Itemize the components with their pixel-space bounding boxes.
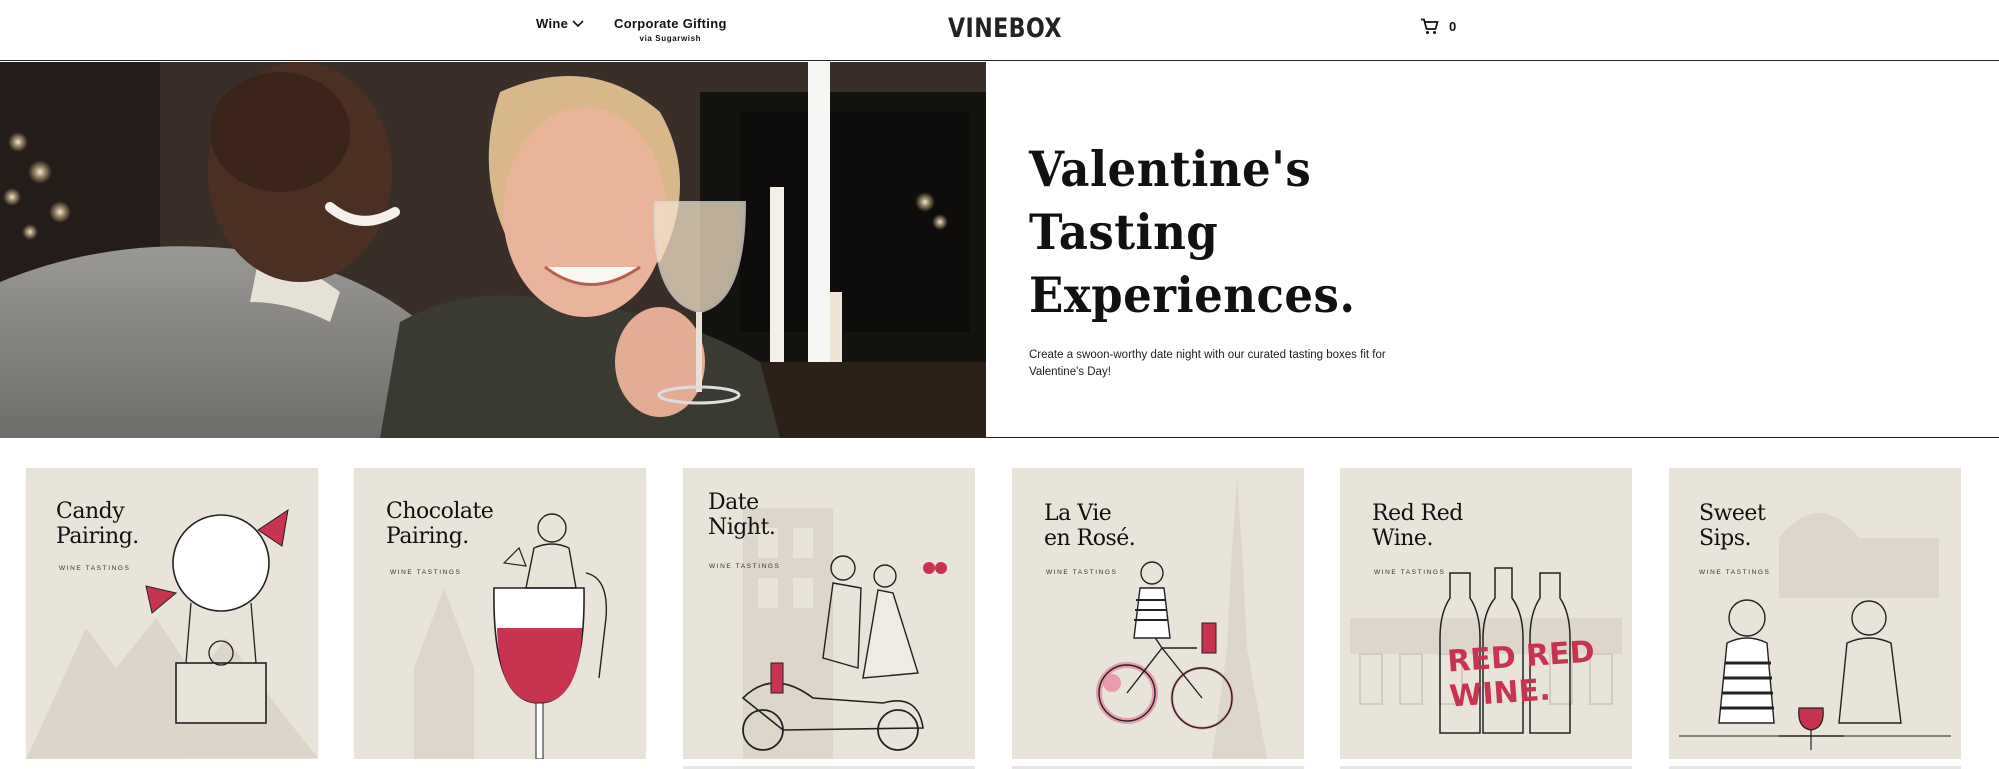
- card-subtitle: WINE TASTINGS: [1046, 569, 1118, 576]
- card-title: Red Red Wine.: [1372, 501, 1463, 551]
- card-title-line: Red Red: [1372, 501, 1463, 526]
- hero-banner: Valentine's Tasting Experiences. Create …: [0, 62, 1999, 438]
- hero-title-line: Valentine's: [1029, 140, 1312, 198]
- card-subtitle: WINE TASTINGS: [390, 569, 462, 576]
- card-subtitle: WINE TASTINGS: [1699, 569, 1771, 576]
- hero-text-block: Valentine's Tasting Experiences. Create …: [1029, 138, 1409, 381]
- cart-icon: [1421, 18, 1439, 34]
- card-title-line: Pairing.: [56, 524, 139, 549]
- card-title: La Vie en Rosé.: [1044, 501, 1136, 551]
- card-title-line: Night.: [708, 515, 776, 540]
- card-title-line: Chocolate: [386, 499, 494, 524]
- card-title-line: Pairing.: [386, 524, 469, 549]
- product-card-grid: Candy Pairing. WINE TASTINGS Chocolate P…: [26, 468, 1986, 769]
- product-card-chocolate-pairing[interactable]: Chocolate Pairing. WINE TASTINGS: [354, 468, 646, 759]
- product-card-la-vie-en-rose[interactable]: La Vie en Rosé. WINE TASTINGS: [1012, 468, 1304, 759]
- card-title-line: La Vie: [1044, 501, 1112, 526]
- nav-corporate-gifting[interactable]: Corporate Gifting via Sugarwish: [614, 16, 727, 43]
- cart-button[interactable]: 0: [1420, 18, 1456, 35]
- card-subtitle: WINE TASTINGS: [1374, 569, 1446, 576]
- hero-photo-illustration: [0, 62, 986, 438]
- hero-photo-couple-toasting: [0, 62, 986, 438]
- product-card-candy-pairing[interactable]: Candy Pairing. WINE TASTINGS: [26, 468, 318, 759]
- hero-title-line: Experiences.: [1029, 266, 1356, 324]
- hero-title: Valentine's Tasting Experiences.: [1029, 138, 1379, 327]
- card-title: Sweet Sips.: [1699, 501, 1766, 551]
- product-card-sweet-sips[interactable]: Sweet Sips. WINE TASTINGS: [1669, 468, 1961, 759]
- nav-corporate-gifting-sublabel: via Sugarwish: [639, 34, 702, 43]
- vinebox-logo[interactable]: VINEBOX: [948, 13, 1062, 44]
- card-subtitle: WINE TASTINGS: [709, 563, 781, 570]
- card-title-line: Candy: [56, 499, 125, 524]
- hero-title-line: Tasting: [1029, 203, 1219, 261]
- card-title: Candy Pairing.: [56, 499, 139, 549]
- wine-label-art: WINE.: [1448, 672, 1551, 714]
- card-title-line: en Rosé.: [1044, 526, 1136, 551]
- card-title-line: Date: [708, 490, 759, 515]
- site-header: Wine Corporate Gifting via Sugarwish VIN…: [0, 0, 1999, 61]
- card-title-line: Sweet: [1699, 501, 1766, 526]
- cart-count: 0: [1449, 19, 1457, 34]
- card-title-line: Sips.: [1699, 526, 1751, 551]
- nav-wine-menu[interactable]: Wine: [536, 16, 584, 31]
- product-card-date-night[interactable]: Date Night. WINE TASTINGS: [683, 468, 975, 759]
- nav-corporate-gifting-label: Corporate Gifting: [614, 16, 727, 31]
- nav-wine-label: Wine: [536, 16, 569, 31]
- card-title: Date Night.: [708, 490, 776, 540]
- card-subtitle: WINE TASTINGS: [59, 565, 131, 572]
- hero-description: Create a swoon-worthy date night with ou…: [1029, 349, 1386, 378]
- product-card-red-red-wine[interactable]: RED RED WINE. Red Red Wine. WINE TASTING…: [1340, 468, 1632, 759]
- chevron-down-icon: [572, 19, 584, 27]
- card-title-line: Wine.: [1372, 526, 1433, 551]
- card-title: Chocolate Pairing.: [386, 499, 494, 549]
